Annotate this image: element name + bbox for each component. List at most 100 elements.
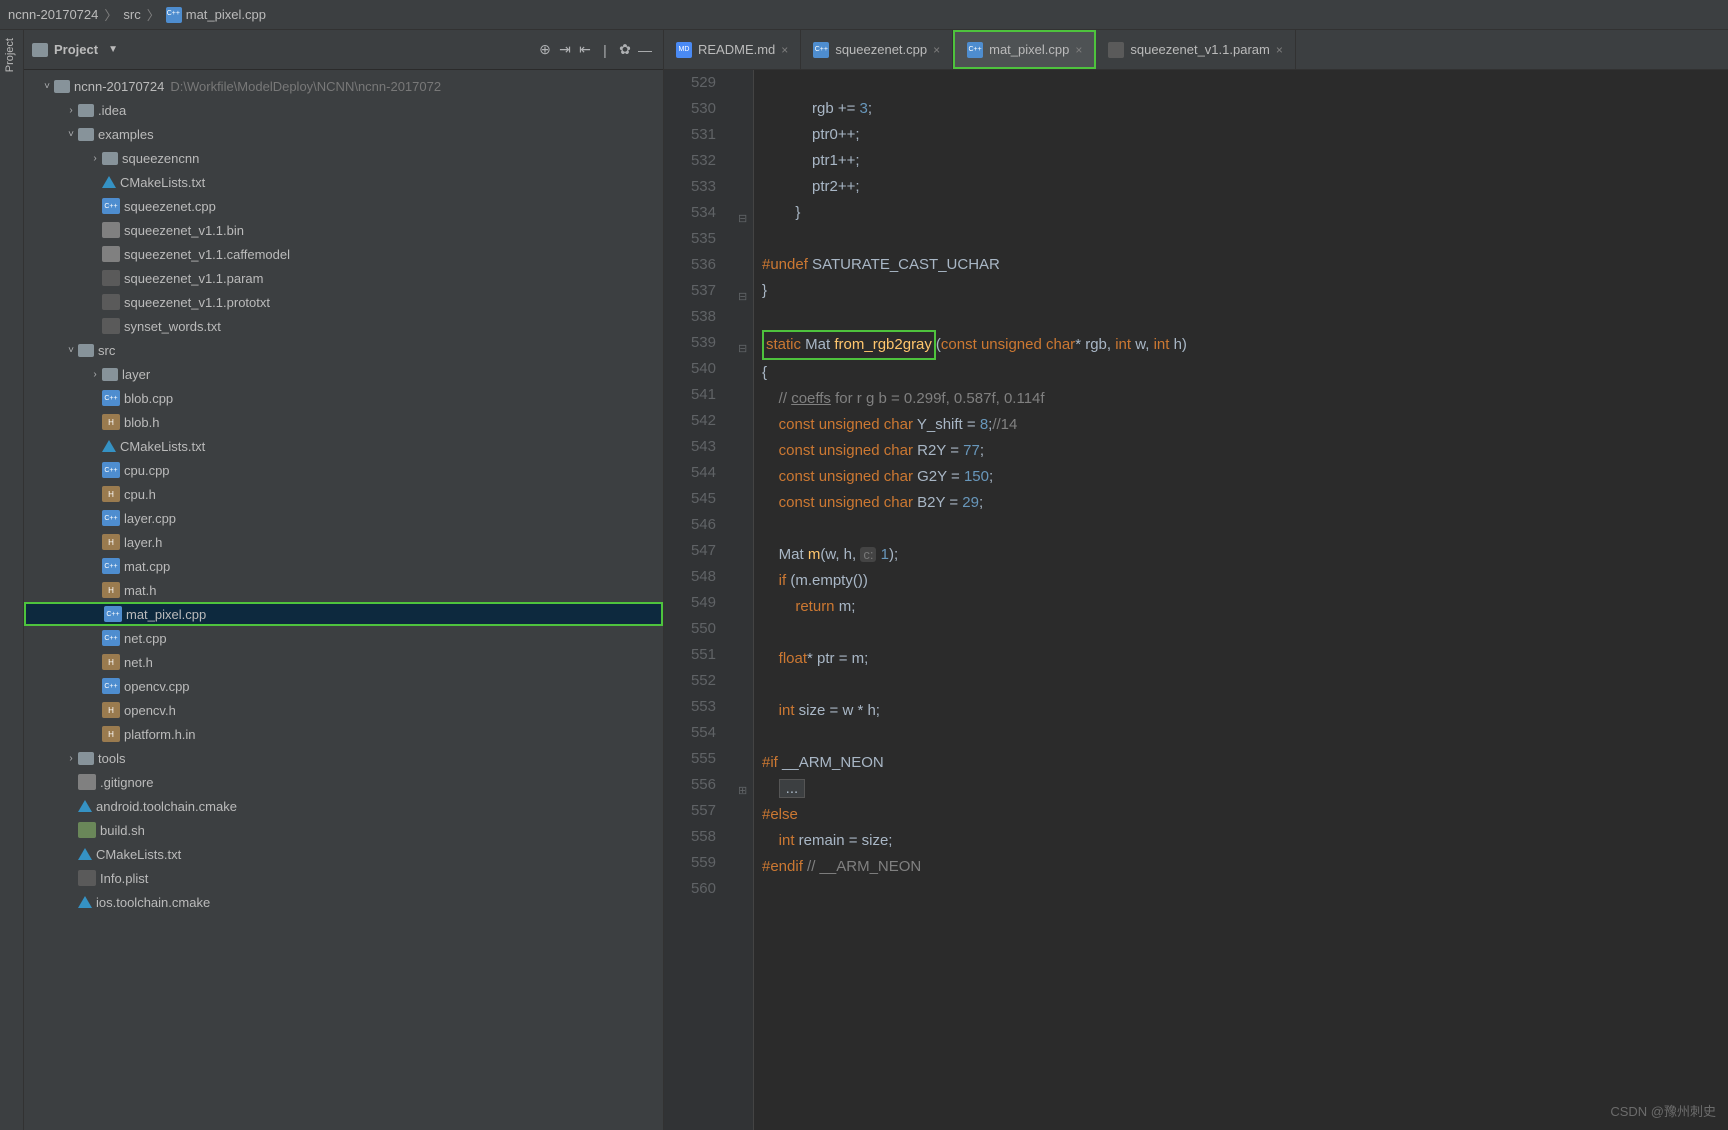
tree-item-label: build.sh [100, 823, 145, 838]
tree-item-label: net.cpp [124, 631, 167, 646]
tree-item-layer-cpp[interactable]: C++layer.cpp [24, 506, 663, 530]
tree-item-mat-h[interactable]: Hmat.h [24, 578, 663, 602]
tree-item-examples[interactable]: ˅examples [24, 122, 663, 146]
tree-item-blob-cpp[interactable]: C++blob.cpp [24, 386, 663, 410]
tree-arrow-icon[interactable]: ˅ [64, 129, 78, 140]
tree-item-path: D:\Workfile\ModelDeploy\NCNN\ncnn-201707… [170, 79, 441, 94]
cpp-file-icon: C++ [813, 42, 829, 58]
settings-icon[interactable]: ✿ [615, 40, 635, 60]
tree-item-opencv-cpp[interactable]: C++opencv.cpp [24, 674, 663, 698]
tree-item-cmakelists-txt[interactable]: CMakeLists.txt [24, 842, 663, 866]
breadcrumb: ncnn-20170724 〉 src 〉 mat_pixel.cpp [0, 0, 1728, 30]
editor-area: MDREADME.md×C++squeezenet.cpp×C++mat_pix… [664, 30, 1728, 1130]
tree-item-label: CMakeLists.txt [120, 439, 205, 454]
hide-icon[interactable]: — [635, 40, 655, 60]
sidebar-rail[interactable]: Project [0, 30, 24, 1130]
tree-item-cpu-cpp[interactable]: C++cpu.cpp [24, 458, 663, 482]
tab-label: README.md [698, 42, 775, 57]
collapse-icon[interactable]: ⇤ [575, 40, 595, 60]
tree-arrow-icon[interactable]: › [64, 753, 78, 764]
tab-readme-md[interactable]: MDREADME.md× [664, 30, 801, 69]
tree-item-label: src [98, 343, 115, 358]
tree-item-cmakelists-txt[interactable]: CMakeLists.txt [24, 434, 663, 458]
tree-item-label: mat.h [124, 583, 157, 598]
close-icon[interactable]: × [933, 43, 940, 57]
tree-item-label: mat_pixel.cpp [126, 607, 206, 622]
tree-item-squeezencnn[interactable]: ›squeezencnn [24, 146, 663, 170]
cpp-icon: C++ [102, 510, 120, 526]
fold-toggle-icon[interactable]: ⊟ [738, 336, 747, 362]
tree-item--idea[interactable]: ›.idea [24, 98, 663, 122]
tree-item-ios-toolchain-cmake[interactable]: ios.toolchain.cmake [24, 890, 663, 914]
tab-mat-pixel-cpp[interactable]: C++mat_pixel.cpp× [953, 30, 1096, 69]
tree-item-mat-pixel-cpp[interactable]: C++mat_pixel.cpp [24, 602, 663, 626]
tree-item-blob-h[interactable]: Hblob.h [24, 410, 663, 434]
tree-item-label: mat.cpp [124, 559, 170, 574]
tree-item-cpu-h[interactable]: Hcpu.h [24, 482, 663, 506]
watermark: CSDN @豫州刺史 [1610, 1101, 1716, 1120]
project-title[interactable]: Project [54, 42, 98, 57]
cmake-icon [78, 896, 92, 908]
project-panel: Project ▼ ⊕ ⇥ ⇤ | ✿ — ˅ncnn-20170724D:\W… [24, 30, 664, 1130]
tree-arrow-icon[interactable]: › [88, 153, 102, 164]
fold-toggle-icon[interactable]: ⊟ [738, 284, 747, 310]
tree-item-cmakelists-txt[interactable]: CMakeLists.txt [24, 170, 663, 194]
tree-item-label: ncnn-20170724 [74, 79, 164, 94]
breadcrumb-folder[interactable]: src [123, 7, 140, 22]
locate-icon[interactable]: ⊕ [535, 40, 555, 60]
tree-item-build-sh[interactable]: build.sh [24, 818, 663, 842]
tree-item-src[interactable]: ˅ src [24, 338, 663, 362]
expand-icon[interactable]: ⇥ [555, 40, 575, 60]
tree-item-squeezenet-cpp[interactable]: C++squeezenet.cpp [24, 194, 663, 218]
bin-icon [102, 222, 120, 238]
tab-squeezenet-v1-1-param[interactable]: squeezenet_v1.1.param × [1096, 30, 1296, 69]
chevron-down-icon[interactable]: ▼ [108, 44, 118, 55]
close-icon[interactable]: × [781, 43, 788, 57]
tree-item-tools[interactable]: › tools [24, 746, 663, 770]
tree-item-net-cpp[interactable]: C++net.cpp [24, 626, 663, 650]
tree-item-layer-h[interactable]: Hlayer.h [24, 530, 663, 554]
breadcrumb-root[interactable]: ncnn-20170724 [8, 7, 98, 22]
tree-arrow-icon[interactable]: › [64, 105, 78, 116]
close-icon[interactable]: × [1276, 43, 1283, 57]
rail-label-project[interactable]: Project [0, 30, 20, 80]
tab-squeezenet-cpp[interactable]: C++squeezenet.cpp× [801, 30, 953, 69]
project-tree[interactable]: ˅ ncnn-20170724 D:\Workfile\ModelDeploy\NC… [24, 70, 663, 1130]
tree-item-synset-words-txt[interactable]: synset_words.txt [24, 314, 663, 338]
tree-item-label: tools [98, 751, 125, 766]
fold-toggle-icon[interactable]: ⊞ [738, 778, 747, 804]
tree-item-squeezenet-v1-1-prototxt[interactable]: squeezenet_v1.1.prototxt [24, 290, 663, 314]
h-icon: H [102, 582, 120, 598]
close-icon[interactable]: × [1075, 43, 1082, 57]
folder-icon [102, 368, 118, 381]
tree-item-label: squeezenet_v1.1.caffemodel [124, 247, 290, 262]
code-editor[interactable]: rgb += 3; ptr0++; ptr1++; ptr2++; } #und… [754, 70, 1728, 1130]
tree-item-label: cpu.h [124, 487, 156, 502]
folder-icon [78, 104, 94, 117]
tree-item-info-plist[interactable]: Info.plist [24, 866, 663, 890]
tree-item-ncnn-20170724[interactable]: ˅ ncnn-20170724 D:\Workfile\ModelDeploy\NC… [24, 74, 663, 98]
tree-item-label: squeezenet_v1.1.prototxt [124, 295, 270, 310]
tree-arrow-icon[interactable]: › [88, 369, 102, 380]
tree-item-squeezenet-v1-1-param[interactable]: squeezenet_v1.1.param [24, 266, 663, 290]
tree-item-mat-cpp[interactable]: C++mat.cpp [24, 554, 663, 578]
tree-item-squeezenet-v1-1-caffemodel[interactable]: squeezenet_v1.1.caffemodel [24, 242, 663, 266]
tree-item-label: blob.h [124, 415, 159, 430]
fold-gutter[interactable]: ⊟ ⊟ ⊟ ⊞ [736, 70, 754, 1130]
fold-toggle-icon[interactable]: ⊟ [738, 206, 747, 232]
tree-arrow-icon[interactable]: ˅ [40, 81, 54, 92]
tree-item-opencv-h[interactable]: Hopencv.h [24, 698, 663, 722]
tree-item-label: CMakeLists.txt [120, 175, 205, 190]
tree-item-label: squeezenet.cpp [124, 199, 216, 214]
tree-item--gitignore[interactable]: .gitignore [24, 770, 663, 794]
tree-arrow-icon[interactable]: ˅ [64, 345, 78, 356]
tree-item-layer[interactable]: ›layer [24, 362, 663, 386]
tree-item-squeezenet-v1-1-bin[interactable]: squeezenet_v1.1.bin [24, 218, 663, 242]
tab-label: squeezenet_v1.1.param [1130, 42, 1269, 57]
chevron-right-icon: 〉 [147, 5, 160, 24]
tree-item-android-toolchain-cmake[interactable]: android.toolchain.cmake [24, 794, 663, 818]
tree-item-net-h[interactable]: Hnet.h [24, 650, 663, 674]
tree-item-platform-h-in[interactable]: Hplatform.h.in [24, 722, 663, 746]
editor-tabs: MDREADME.md×C++squeezenet.cpp×C++mat_pix… [664, 30, 1728, 70]
breadcrumb-file[interactable]: mat_pixel.cpp [186, 7, 266, 22]
